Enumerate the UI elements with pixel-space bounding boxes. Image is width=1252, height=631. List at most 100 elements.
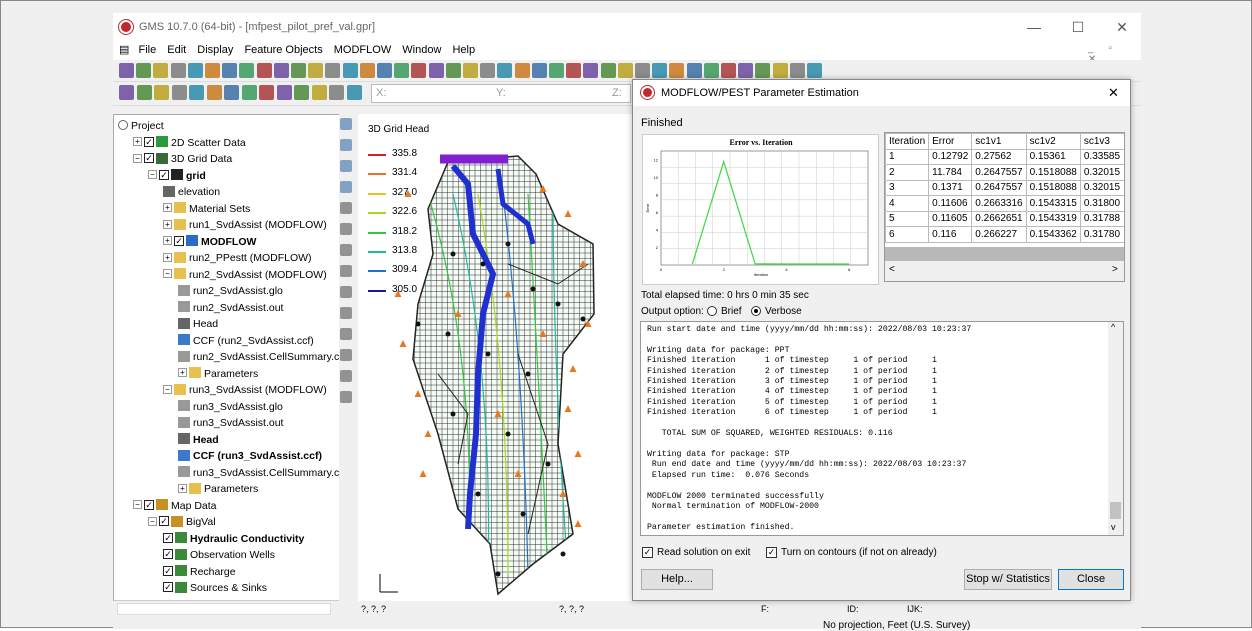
toolbar-tool-icon[interactable]	[549, 63, 564, 78]
table-h-scrollbar[interactable]: < >	[885, 261, 1124, 281]
toolbar-tool-icon[interactable]	[205, 63, 220, 78]
toolbar-tool-icon[interactable]	[241, 85, 257, 100]
table-row[interactable]: 3 0.1371 0.2647557 0.1518088 0.32015	[885, 179, 1124, 196]
tree-item[interactable]: + Material Sets	[163, 201, 250, 217]
verbose-label[interactable]: Verbose	[765, 306, 802, 317]
collapse-icon[interactable]: −	[133, 500, 142, 510]
view-tool-icon[interactable]	[340, 307, 352, 319]
turn-on-contours-checkbox[interactable]: ✓	[766, 547, 777, 558]
tree-item[interactable]: run2_SvdAssist.glo	[178, 283, 283, 299]
table-cell[interactable]: 0.11606	[928, 195, 973, 212]
toolbar-tool-icon[interactable]	[222, 63, 238, 78]
table-cell[interactable]: 0.2647557	[971, 179, 1027, 196]
table-cell[interactable]: 0.2663316	[971, 195, 1027, 212]
collapse-icon[interactable]: −	[163, 384, 172, 394]
visibility-checkbox[interactable]: ✓	[144, 499, 154, 510]
toolbar-tool-icon[interactable]	[807, 63, 822, 78]
table-cell[interactable]: 0.32015	[1079, 164, 1124, 181]
toolbar-tool-icon[interactable]	[411, 63, 427, 78]
toolbar-tool-icon[interactable]	[703, 63, 719, 78]
visibility-checkbox[interactable]: ✓	[163, 532, 173, 543]
expand-icon[interactable]: +	[163, 236, 172, 246]
toolbar-tool-icon[interactable]	[346, 85, 362, 100]
tree-item[interactable]: + ✓ MODFLOW	[163, 234, 256, 250]
brief-label[interactable]: Brief	[721, 306, 742, 317]
menu-file[interactable]: File	[134, 42, 160, 58]
table-header-cell[interactable]: Iteration	[885, 133, 930, 150]
table-cell[interactable]: 0.116	[928, 226, 973, 243]
stop-statistics-button[interactable]: Stop w/ Statistics	[964, 569, 1052, 590]
tree-item[interactable]: Head	[178, 432, 219, 448]
table-header-cell[interactable]: Error	[928, 133, 973, 150]
table-cell[interactable]: 0.1371	[928, 179, 973, 196]
toolbar-tool-icon[interactable]	[428, 63, 444, 78]
toolbar-tool-icon[interactable]	[189, 85, 204, 100]
scroll-up-icon[interactable]: ^	[1111, 322, 1115, 332]
table-header-cell[interactable]: sc1v3	[1079, 133, 1124, 150]
table-cell[interactable]: 0.31780	[1079, 226, 1124, 243]
tree-item[interactable]: + Parameters	[178, 366, 258, 382]
visibility-checkbox[interactable]: ✓	[159, 516, 169, 527]
toolbar-tool-icon[interactable]	[531, 63, 547, 78]
visibility-checkbox[interactable]: ✓	[174, 235, 184, 246]
output-log[interactable]: Run start date and time (yyyy/mm/dd hh:m…	[640, 321, 1124, 536]
table-cell[interactable]: 0.2662651	[971, 210, 1027, 227]
toolbar-tool-icon[interactable]	[514, 63, 530, 78]
table-cell[interactable]: 0.27562	[971, 148, 1027, 165]
toolbar-tool-icon[interactable]	[755, 63, 771, 78]
table-row[interactable]: 6 0.116 0.266227 0.1543362 0.31780	[885, 226, 1124, 243]
toolbar-tool-icon[interactable]	[377, 63, 392, 78]
log-scroll-thumb[interactable]	[1110, 502, 1121, 519]
dialog-close-icon[interactable]: ✕	[1108, 85, 1119, 101]
table-cell[interactable]: 0.1543319	[1025, 210, 1081, 227]
toolbar-tool-icon[interactable]	[480, 63, 496, 78]
toolbar-tool-icon[interactable]	[617, 63, 633, 78]
project-explorer[interactable]: Project + ✓ 2D Scatter Data − ✓ 3D Grid Data − ✓…	[113, 114, 344, 614]
view-tool-icon[interactable]	[340, 118, 352, 130]
table-cell[interactable]: 0.32015	[1079, 179, 1124, 196]
tree-item[interactable]: run3_SvdAssist.CellSummary.c	[178, 465, 339, 481]
toolbar-tool-icon[interactable]	[311, 85, 327, 100]
turn-on-contours-label[interactable]: Turn on contours (if not on already)	[781, 547, 937, 558]
toolbar-tool-icon[interactable]	[273, 63, 289, 78]
toolbar-tool-icon[interactable]	[566, 63, 582, 78]
collapse-icon[interactable]: −	[133, 153, 142, 163]
toolbar-tool-icon[interactable]	[291, 63, 306, 78]
toolbar-tool-icon[interactable]	[445, 63, 461, 78]
tree-item[interactable]: − ✓ grid	[148, 168, 206, 184]
toolbar-tool-icon[interactable]	[669, 63, 685, 78]
table-cell[interactable]: 0.31800	[1079, 195, 1124, 212]
table-header-cell[interactable]: sc1v2	[1025, 133, 1081, 150]
toolbar-tool-icon[interactable]	[259, 85, 274, 100]
table-cell[interactable]: 0.12792	[928, 148, 973, 165]
log-v-scrollbar[interactable]: ^ v	[1108, 322, 1123, 535]
table-cell[interactable]: 0.15361	[1025, 148, 1081, 165]
read-solution-checkbox[interactable]: ✓	[642, 547, 653, 558]
toolbar-tool-icon[interactable]	[721, 63, 736, 78]
close-dialog-button[interactable]: Close	[1058, 569, 1124, 590]
read-solution-label[interactable]: Read solution on exit	[657, 547, 750, 558]
tree-item[interactable]: CCF (run3_SvdAssist.ccf)	[178, 448, 322, 464]
table-cell[interactable]: 0.2647557	[971, 164, 1027, 181]
tree-item[interactable]: + ✓ 2D Scatter Data	[133, 135, 246, 151]
toolbar-tool-icon[interactable]	[772, 63, 788, 78]
toolbar-tool-icon[interactable]	[119, 63, 134, 78]
table-cell[interactable]: 0.31788	[1079, 210, 1124, 227]
toolbar-tool-icon[interactable]	[342, 63, 358, 78]
visibility-checkbox[interactable]: ✓	[163, 549, 173, 560]
table-row[interactable]: 1 0.12792 0.27562 0.15361 0.33585	[885, 148, 1124, 165]
collapse-icon[interactable]: −	[163, 269, 172, 279]
toolbar-tool-icon[interactable]	[171, 85, 187, 100]
close-button[interactable]: ✕	[1107, 17, 1137, 37]
table-cell[interactable]: 0.33585	[1079, 148, 1124, 165]
tree-item[interactable]: run2_SvdAssist.out	[178, 300, 283, 316]
visibility-checkbox[interactable]: ✓	[144, 136, 154, 147]
visibility-checkbox[interactable]: ✓	[144, 153, 154, 164]
view-tool-icon[interactable]	[340, 223, 352, 235]
expand-icon[interactable]: +	[163, 219, 172, 229]
table-row[interactable]: 4 0.11606 0.2663316 0.1543315 0.31800	[885, 195, 1124, 212]
tree-item[interactable]: Project	[118, 118, 164, 134]
table-header-cell[interactable]: sc1v1	[971, 133, 1027, 150]
toolbar-tool-icon[interactable]	[652, 63, 668, 78]
expand-icon[interactable]: +	[163, 252, 172, 262]
